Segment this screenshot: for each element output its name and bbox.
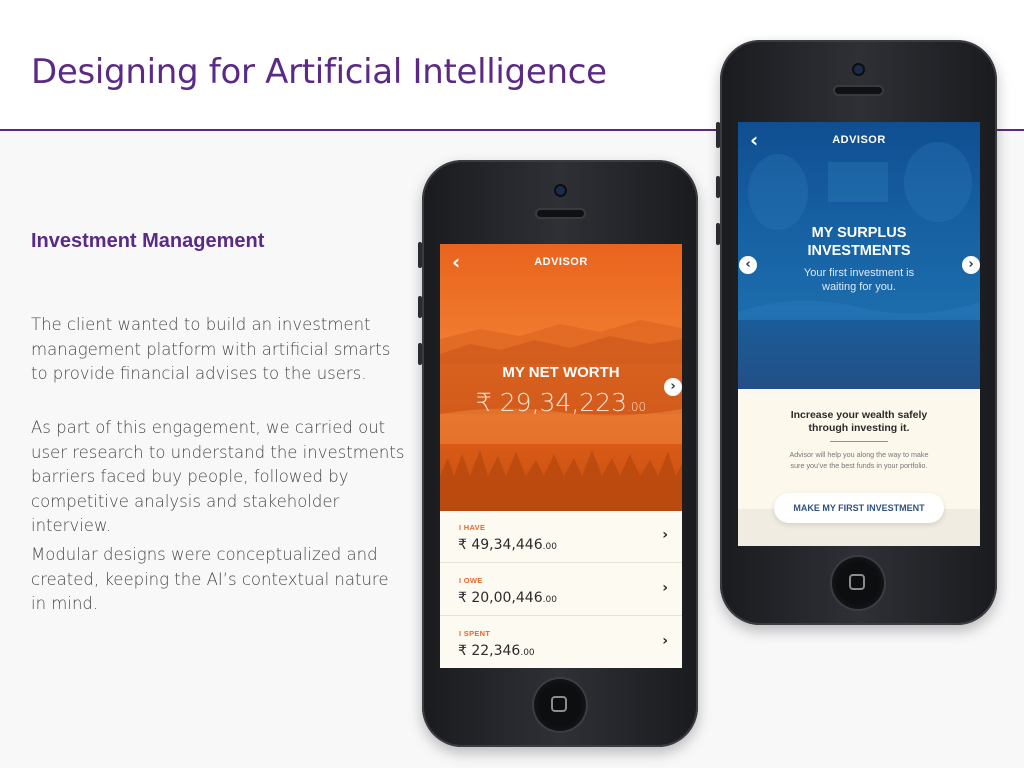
nav-title: ADVISOR: [832, 134, 886, 146]
earpiece-speaker: [835, 87, 882, 94]
nav-bar: ‹ ADVISOR: [440, 244, 682, 280]
chevron-right-icon: ›: [662, 527, 668, 543]
row-i-have[interactable]: I HAVE ₹ 49,34,446.00 ›: [440, 511, 682, 563]
next-arrow-icon[interactable]: ›: [664, 378, 682, 396]
row-label: I HAVE: [459, 523, 486, 532]
row-value: ₹ 22,346.00: [458, 643, 535, 659]
net-worth-decimals: .00: [627, 400, 647, 414]
paragraph-2: As part of this engagement, we carried o…: [31, 418, 405, 535]
card-title-line-2: INVESTMENTS: [807, 243, 911, 259]
page-title: Designing for Artificial Intelligence: [31, 52, 607, 92]
headline-line-1: Increase your wealth safely: [790, 409, 928, 421]
net-worth-amount: ₹ 29,34,223: [475, 388, 627, 417]
row-label: I SPENT: [459, 629, 491, 638]
row-amount: ₹ 49,34,446: [458, 537, 543, 553]
section-subtitle: Investment Management: [31, 230, 265, 252]
card-subtitle: Your first investment is waiting for you…: [738, 266, 980, 294]
card-title: MY SURPLUS INVESTMENTS: [738, 224, 980, 260]
paragraph-1: The client wanted to build an investment…: [31, 315, 391, 383]
row-value: ₹ 20,00,446.00: [458, 590, 557, 606]
row-i-owe[interactable]: I OWE ₹ 20,00,446.00 ›: [440, 564, 682, 616]
home-square-icon: [849, 574, 865, 590]
body-line-2: sure you’ve the best funds in your portf…: [790, 461, 928, 470]
card-subtitle-line-1: Your first investment is: [803, 267, 915, 279]
nav-title: ADVISOR: [534, 256, 588, 268]
next-arrow-icon[interactable]: ›: [962, 256, 980, 274]
chevron-right-icon: ›: [662, 633, 668, 649]
paragraph-3: Modular designs were conceptualized and …: [31, 545, 389, 613]
row-amount: ₹ 20,00,446: [458, 590, 543, 606]
panel-headline: Increase your wealth safely through inve…: [738, 409, 980, 435]
row-decimals: .00: [520, 648, 535, 658]
mute-switch: [716, 122, 720, 148]
phone-mockup-advisor: ‹ ADVISOR MY SURPLUS INVESTMENTS Your fi…: [716, 40, 997, 625]
headline-line-2: through investing it.: [808, 422, 910, 434]
earpiece-speaker: [537, 210, 584, 217]
card-subtitle-line-2: waiting for you.: [822, 281, 896, 293]
panel-body: Advisor will help you along the way to m…: [738, 449, 980, 471]
screen-advisor: ‹ ADVISOR MY SURPLUS INVESTMENTS Your fi…: [738, 122, 980, 546]
volume-down-button: [418, 343, 422, 365]
net-worth-hero: ‹ ADVISOR MY NET WORTH ₹ 29,34,223.00 ›: [440, 244, 682, 511]
row-value: ₹ 49,34,446.00: [458, 537, 557, 553]
row-i-spent[interactable]: I SPENT ₹ 22,346.00 ›: [440, 617, 682, 668]
home-button[interactable]: [534, 679, 586, 731]
row-decimals: .00: [542, 542, 557, 552]
home-square-icon: [551, 696, 567, 712]
row-amount: ₹ 22,346: [458, 643, 521, 659]
mute-switch: [418, 242, 422, 268]
volume-down-button: [716, 223, 720, 245]
hero-floor: [738, 320, 980, 389]
net-worth-label: MY NET WORTH: [502, 364, 620, 381]
home-button[interactable]: [832, 557, 884, 609]
body-line-1: Advisor will help you along the way to m…: [789, 450, 929, 459]
row-label: I OWE: [459, 576, 483, 585]
volume-up-button: [418, 296, 422, 318]
row-decimals: .00: [542, 595, 557, 605]
prev-arrow-icon[interactable]: ‹: [739, 256, 757, 274]
front-camera: [556, 186, 565, 195]
front-camera: [854, 65, 863, 74]
card-title-line-1: MY SURPLUS: [811, 225, 907, 241]
accent-divider: [830, 441, 888, 442]
phone-mockup-net-worth: ‹ ADVISOR MY NET WORTH ₹ 29,34,223.00 › …: [418, 160, 698, 747]
surplus-investments-hero: ‹ ADVISOR MY SURPLUS INVESTMENTS Your fi…: [738, 122, 980, 389]
chevron-right-icon: ›: [662, 580, 668, 596]
volume-up-button: [716, 176, 720, 198]
screen-net-worth: ‹ ADVISOR MY NET WORTH ₹ 29,34,223.00 › …: [440, 244, 682, 668]
nav-bar: ‹ ADVISOR: [738, 122, 980, 158]
net-worth-value: ₹ 29,34,223.00: [440, 388, 682, 417]
advisor-info-panel: Increase your wealth safely through inve…: [738, 389, 980, 546]
make-first-investment-button[interactable]: MAKE MY FIRST INVESTMENT: [774, 493, 944, 523]
